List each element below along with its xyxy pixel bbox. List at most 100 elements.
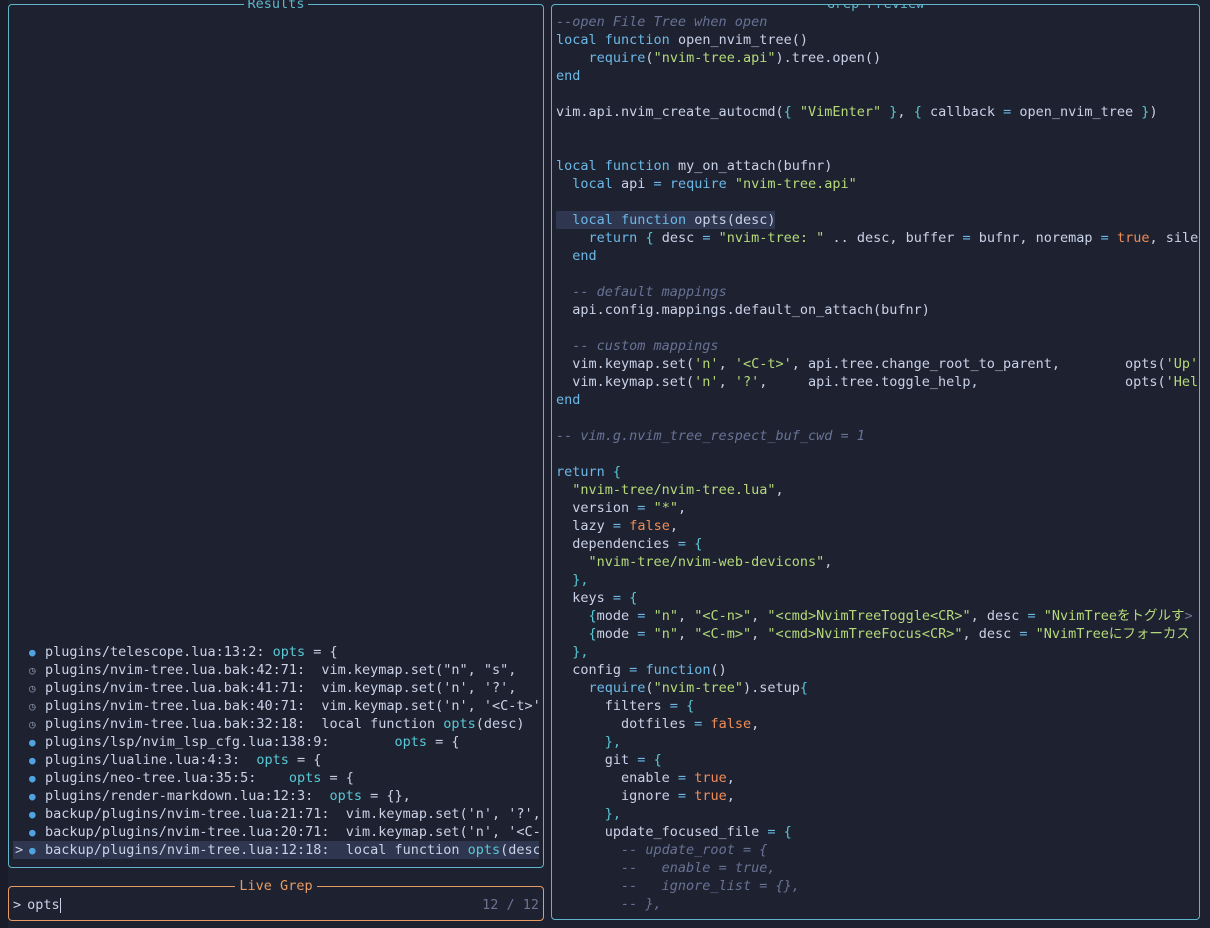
search-query: opts [27, 897, 60, 913]
result-match: opts [272, 644, 306, 660]
code-token: mode [596, 626, 638, 642]
code-token: = [702, 230, 711, 246]
code-token: require [588, 50, 646, 66]
result-row[interactable]: ● plugins/telescope.lua:13:2: opts = { [13, 643, 539, 661]
grep-preview-panel[interactable]: Grep Preview --open File Tree when open l… [551, 4, 1200, 920]
preview-code: --open File Tree when open local function… [556, 13, 1199, 913]
result-row[interactable]: ◷ plugins/nvim-tree.lua.bak:32:18: local … [13, 715, 539, 733]
result-row[interactable]: ● plugins/render-markdown.lua:12:3: opts … [13, 787, 539, 805]
result-row[interactable]: ◷ plugins/nvim-tree.lua.bak:42:71: vim.ke… [13, 661, 539, 679]
history-icon: ◷ [29, 718, 36, 731]
code-line: lazy = false, [556, 517, 1199, 535]
code-token: , api.tree.toggle_help, opts( [759, 374, 1166, 390]
code-token: vim.keymap.set( [556, 374, 695, 390]
lua-file-icon: ● [29, 790, 36, 803]
code-token: keys [556, 590, 613, 606]
result-row[interactable]: ◷ plugins/nvim-tree.lua.bak:40:71: vim.ke… [13, 697, 539, 715]
code-line: require("nvim-tree").setup{ [556, 679, 1199, 697]
code-line: end [556, 67, 1199, 85]
code-token: update_focused_file [556, 824, 768, 840]
code-line: filters = { [556, 697, 1199, 715]
result-row[interactable]: ● plugins/lsp/nvim_lsp_cfg.lua:138:9: opt… [13, 733, 539, 751]
code-token: = [677, 770, 687, 786]
code-token: { [686, 698, 695, 714]
code-token: , desc [970, 608, 1028, 624]
result-row[interactable]: ● plugins/neo-tree.lua:35:5: opts = { [13, 769, 539, 787]
live-grep-prompt-panel[interactable]: Live Grep > opts 12 / 12 [8, 878, 544, 921]
results-panel[interactable]: Results ● plugins/telescope.lua:13:2: opt… [8, 0, 544, 868]
code-line: vim.keymap.set('n', '<C-t>', api.tree.ch… [556, 355, 1199, 373]
result-row[interactable]: ● plugins/lualine.lua:4:3: opts = { [13, 751, 539, 769]
result-post: = { [321, 770, 354, 786]
code-token: true [1116, 230, 1150, 246]
code-token: , [751, 716, 760, 732]
code-token: api.config.mappings.default_on_attach(bu… [556, 302, 930, 318]
code-token: = [962, 230, 971, 246]
code-token: }, [572, 572, 589, 588]
code-token: }, [572, 644, 589, 660]
result-path: plugins/lualine.lua:4:3: [45, 752, 257, 768]
code-token: 'n' [694, 356, 719, 372]
code-line: return { [556, 463, 1199, 481]
result-counter: 12 / 12 [482, 897, 539, 913]
result-pre: vim.keymap.set('n', '<C-t [345, 824, 539, 840]
code-line: local function opts(desc) [556, 211, 1199, 229]
code-token: false [629, 518, 670, 534]
code-token: ).tree.open() [775, 50, 882, 66]
code-line: -- custom mappings [556, 337, 1199, 355]
code-line: version = "*", [556, 499, 1199, 517]
background-editor-strip [0, 0, 8, 928]
code-line: }, [556, 805, 1199, 823]
results-list[interactable]: ● plugins/telescope.lua:13:2: opts = {◷ pl… [13, 643, 539, 859]
code-token: , silen [1149, 230, 1199, 246]
result-match: opts [256, 752, 289, 768]
search-input[interactable]: > opts [13, 896, 61, 914]
code-token: -- ignore_list = {}, [621, 878, 800, 894]
code-token: "VimEnter" [799, 104, 882, 120]
code-token: { [653, 752, 662, 768]
result-post: (desc) [475, 716, 525, 732]
code-token: end [556, 392, 581, 408]
prompt-title: Live Grep [235, 878, 317, 894]
code-line: }, [556, 571, 1199, 589]
code-token: "nvim-tree" [653, 680, 743, 696]
result-row[interactable]: ● backup/plugins/nvim-tree.lua:21:71: vim… [13, 805, 539, 823]
history-icon: ◷ [29, 700, 36, 713]
result-row[interactable]: ● backup/plugins/nvim-tree.lua:20:71: vim… [13, 823, 539, 841]
lua-file-icon: ● [29, 736, 36, 749]
code-token: "nvim-tree: " [718, 230, 825, 246]
code-token: true [694, 770, 727, 786]
code-token: end [572, 248, 597, 264]
lua-file-icon: ● [29, 772, 36, 785]
result-row[interactable]: ◷ plugins/nvim-tree.lua.bak:41:71: vim.ke… [13, 679, 539, 697]
code-token: -- default mappings [572, 284, 727, 300]
preview-title: Grep Preview [822, 5, 929, 12]
code-line: -- ignore_list = {}, [556, 877, 1199, 895]
code-token: { [694, 536, 703, 552]
code-token: () [710, 662, 727, 678]
result-row[interactable]: > ● backup/plugins/nvim-tree.lua:12:18: lo… [13, 841, 539, 859]
code-token: version [556, 500, 638, 516]
code-token: , api.tree.change_root_to_parent, opts( [791, 356, 1166, 372]
code-line: "nvim-tree/nvim-web-devicons", [556, 553, 1199, 571]
code-token: { [783, 104, 792, 120]
